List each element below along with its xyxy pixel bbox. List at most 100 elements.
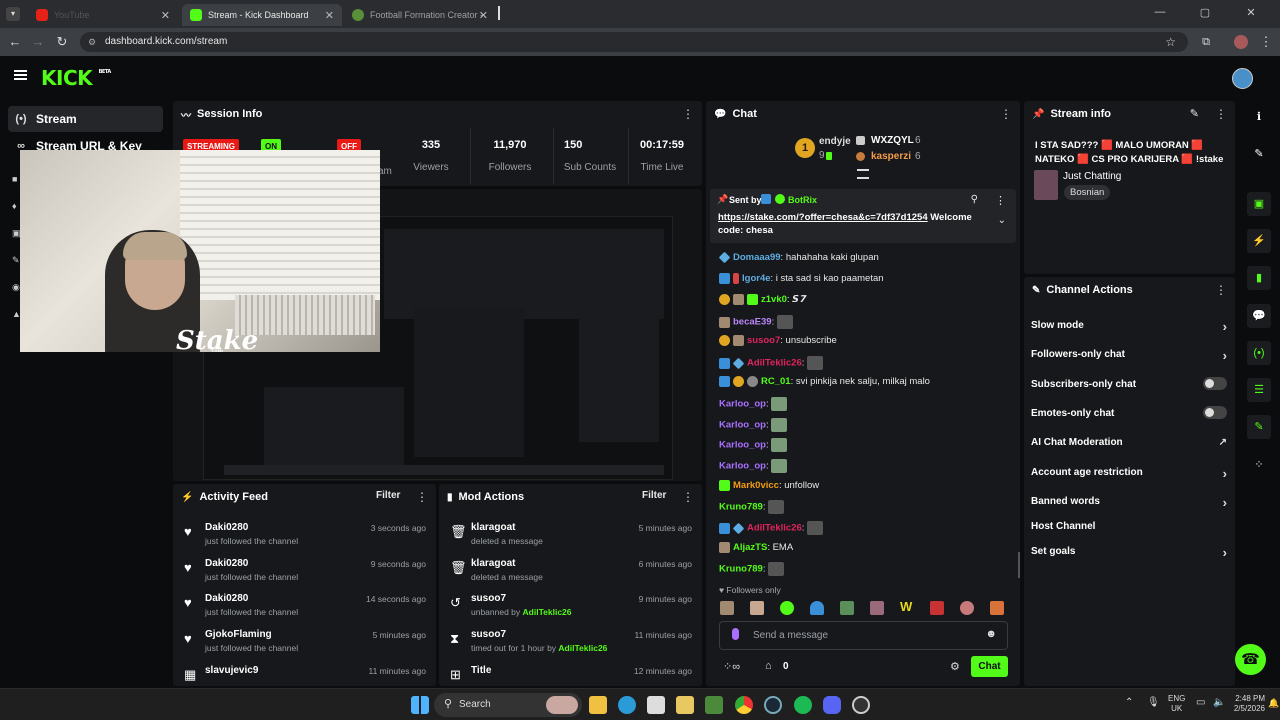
language-indicator[interactable]: ENG UK xyxy=(1168,694,1185,714)
windows-start-icon[interactable] xyxy=(411,696,429,714)
w-emote-icon[interactable]: W xyxy=(900,599,912,614)
category-thumbnail[interactable] xyxy=(1034,170,1058,200)
edit-layout-icon[interactable]: ✎ xyxy=(1252,147,1266,161)
expand-pinned-icon[interactable]: ⌄ xyxy=(998,215,1006,226)
leader-name[interactable]: endyje xyxy=(819,136,851,147)
network-icon[interactable]: ▭ xyxy=(1196,697,1205,708)
close-window-button[interactable]: ✕ xyxy=(1244,6,1258,20)
mod-kebab-icon[interactable]: ⋮ xyxy=(682,490,694,504)
emote-icon[interactable] xyxy=(990,601,1004,615)
browser-menu-icon[interactable]: ⋮ xyxy=(1258,34,1274,50)
url-field[interactable]: ⚙ dashboard.kick.com/stream ☆ xyxy=(80,32,1188,52)
reload-icon[interactable]: ↻ xyxy=(54,34,70,50)
profile-avatar[interactable] xyxy=(1234,35,1248,49)
chat-username[interactable]: Igor4e xyxy=(742,273,771,284)
chrome-icon[interactable] xyxy=(735,696,753,714)
pinned-sender[interactable]: BotRix xyxy=(788,195,817,205)
site-info-icon[interactable]: ⚙ xyxy=(88,32,96,52)
hamburger-menu-icon[interactable] xyxy=(14,70,27,80)
chat-username[interactable]: RC_01 xyxy=(761,376,791,387)
emote-icon[interactable] xyxy=(870,601,884,615)
emoji-icon[interactable]: ☻ xyxy=(985,628,997,640)
action-set-goals[interactable]: Set goals › xyxy=(1031,545,1227,560)
discord-icon[interactable] xyxy=(823,696,841,714)
more-actions-icon[interactable]: ⁘ xyxy=(1252,458,1266,472)
quick-action-chat-icon[interactable]: 💬 xyxy=(1247,304,1271,328)
chat-username[interactable]: Karloo_op xyxy=(719,420,766,431)
chat-username[interactable]: Domaaa99 xyxy=(733,252,781,263)
file-explorer-icon[interactable] xyxy=(589,696,607,714)
emote-icon[interactable] xyxy=(930,601,944,615)
quick-action-card-icon[interactable]: ▮ xyxy=(1247,266,1271,290)
quick-action-screen-icon[interactable]: ▣ xyxy=(1247,192,1271,216)
tab-kick-dashboard[interactable]: Stream - Kick Dashboard ✕ xyxy=(182,4,342,26)
chat-settings-icon[interactable]: ⚙ xyxy=(950,660,960,673)
chat-username[interactable]: AljazTS xyxy=(733,542,767,553)
send-chat-button[interactable]: Chat xyxy=(971,656,1008,677)
maximize-button[interactable]: ▢ xyxy=(1198,6,1212,20)
action-banned-words[interactable]: Banned words › xyxy=(1031,495,1227,510)
activity-kebab-icon[interactable]: ⋮ xyxy=(416,490,428,504)
action-ai-moderation[interactable]: AI Chat Moderation ↗ xyxy=(1031,437,1227,448)
language-tag[interactable]: Bosnian xyxy=(1064,185,1111,200)
action-host-channel[interactable]: Host Channel xyxy=(1031,521,1227,532)
edit-stream-info-icon[interactable]: ✎ xyxy=(1190,107,1199,120)
chat-username[interactable]: susoo7 xyxy=(747,335,780,346)
chat-username[interactable]: Kruno789 xyxy=(719,564,763,575)
spotify-icon[interactable] xyxy=(794,696,812,714)
mod-filter-button[interactable]: Filter xyxy=(642,490,666,501)
emotes-only-toggle[interactable] xyxy=(1203,406,1227,419)
quick-action-layout-icon[interactable]: ☰ xyxy=(1247,378,1271,402)
stream-info-kebab-icon[interactable]: ⋮ xyxy=(1215,107,1227,121)
leader-name[interactable]: WXZQYL xyxy=(871,135,914,146)
tab-youtube[interactable]: YouTube ✕ xyxy=(28,4,178,26)
app-icon[interactable] xyxy=(676,696,694,714)
info-icon[interactable]: ℹ xyxy=(1252,110,1266,124)
quick-action-bolt-icon[interactable]: ⚡ xyxy=(1247,229,1271,253)
new-tab-button[interactable] xyxy=(498,6,500,20)
quick-action-broadcast-icon[interactable]: (•) xyxy=(1247,341,1271,365)
volume-icon[interactable]: 🔈 xyxy=(1213,697,1225,708)
emote-icon[interactable] xyxy=(750,601,764,615)
tray-chevron-icon[interactable]: ⌃ xyxy=(1125,697,1133,708)
action-slow-mode[interactable]: Slow mode › xyxy=(1031,319,1227,334)
category-name[interactable]: Just Chatting xyxy=(1063,171,1121,182)
obs-icon[interactable] xyxy=(852,696,870,714)
chat-username[interactable]: z1vk0 xyxy=(761,294,787,305)
close-icon[interactable]: ✕ xyxy=(325,9,334,22)
quick-action-wrench-icon[interactable]: ✎ xyxy=(1247,415,1271,439)
subscribers-only-toggle[interactable] xyxy=(1203,377,1227,390)
close-icon[interactable]: ✕ xyxy=(161,9,170,22)
gift-icon[interactable]: ⌂ xyxy=(765,660,772,672)
chat-username[interactable]: becaE39 xyxy=(733,317,772,328)
leader-name[interactable]: kasperzi xyxy=(871,151,911,162)
chat-username[interactable]: Karloo_op xyxy=(719,440,766,451)
emote-icon[interactable] xyxy=(960,601,974,615)
steam-icon[interactable] xyxy=(764,696,782,714)
kick-logo[interactable]: KICK BETA xyxy=(41,66,111,90)
chat-input-field[interactable]: Send a message ☻ xyxy=(719,621,1008,650)
tab-football-formation[interactable]: Football Formation Creator - F ✕ xyxy=(344,4,496,26)
chat-username[interactable]: Mark0vicc xyxy=(733,480,779,491)
chat-username[interactable]: AdilTeklic26 xyxy=(747,358,802,369)
chat-username[interactable]: Karloo_op xyxy=(719,399,766,410)
unpin-icon[interactable]: ⚲ xyxy=(971,194,978,205)
back-icon[interactable]: ← xyxy=(7,34,23,50)
pinned-kebab-icon[interactable]: ⋮ xyxy=(995,194,1006,207)
minecraft-icon[interactable] xyxy=(705,696,723,714)
action-account-age[interactable]: Account age restriction › xyxy=(1031,466,1227,481)
session-kebab-icon[interactable]: ⋮ xyxy=(682,107,694,121)
clock[interactable]: 2:48 PM 2/5/2026 xyxy=(1233,694,1265,714)
chat-kebab-icon[interactable]: ⋮ xyxy=(1000,107,1012,121)
activity-filter-button[interactable]: Filter xyxy=(376,490,400,501)
emote-icon[interactable] xyxy=(810,601,824,615)
emote-icon[interactable] xyxy=(780,601,794,615)
notification-icon[interactable]: 🔔 xyxy=(1268,698,1279,709)
close-icon[interactable]: ✕ xyxy=(479,9,488,22)
support-button[interactable]: ☎ xyxy=(1235,644,1266,675)
collapse-leaderboard-icon[interactable] xyxy=(857,169,869,179)
microphone-icon[interactable] xyxy=(732,628,739,640)
sidebar-item-stream[interactable]: (•) Stream xyxy=(8,106,163,132)
bookmark-star-icon[interactable]: ☆ xyxy=(1165,32,1176,52)
chat-username[interactable]: Karloo_op xyxy=(719,461,766,472)
